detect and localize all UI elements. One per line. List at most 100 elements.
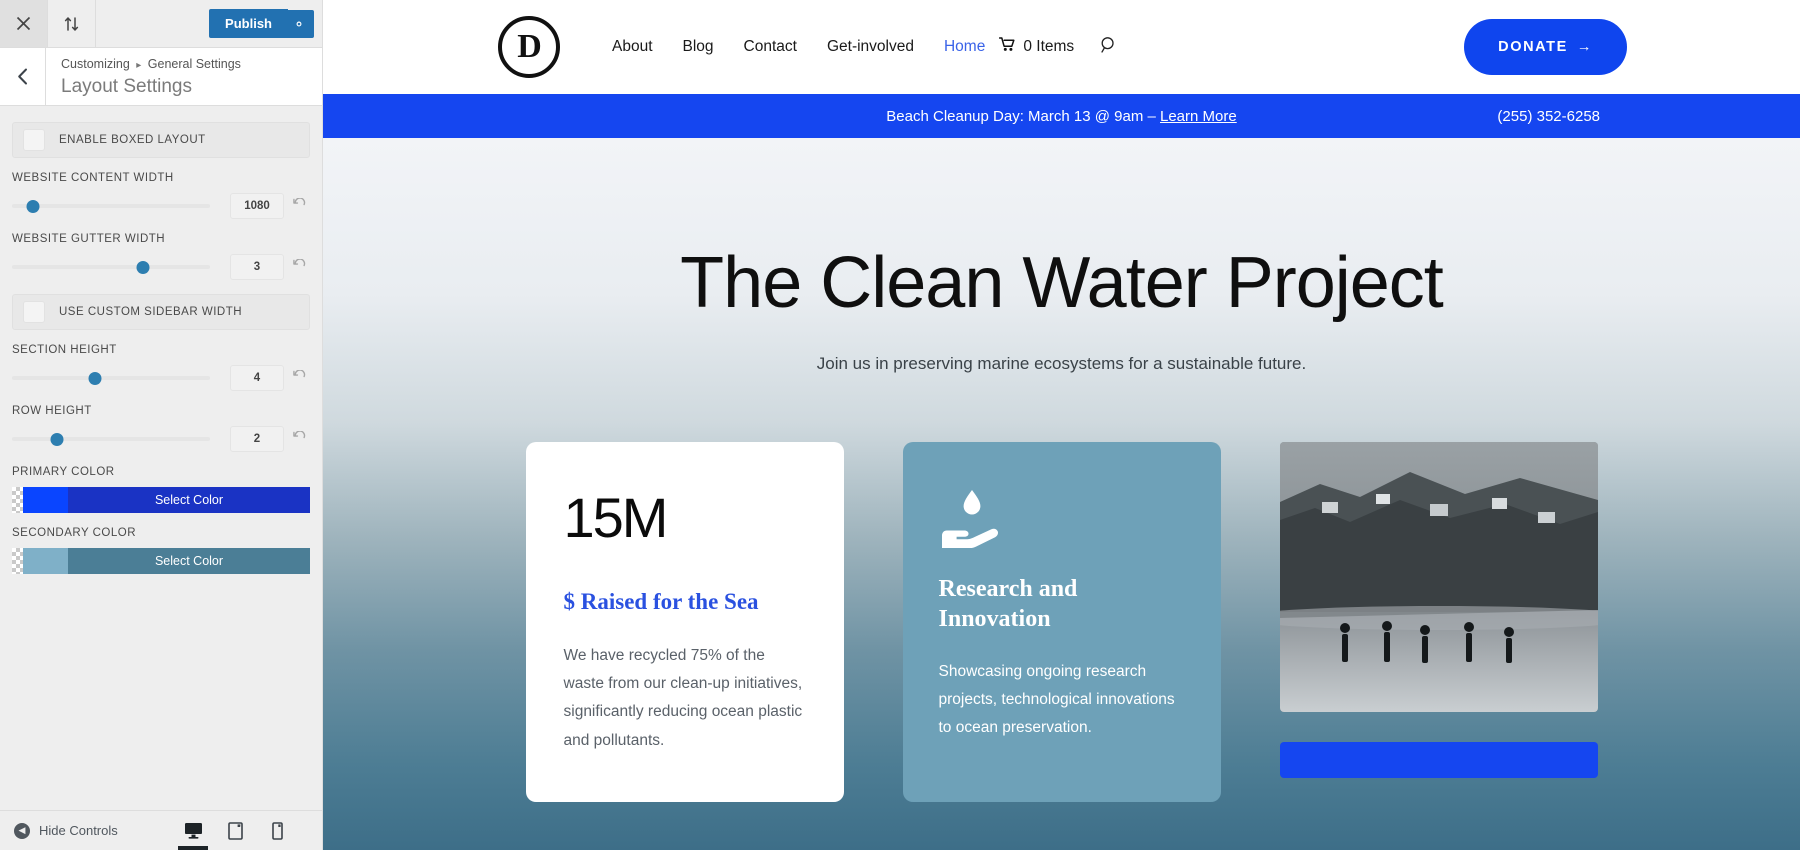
website-content-width-value[interactable]: 1080 [230,193,284,219]
site-header: D About Blog Contact Get-involved Home 0 [323,0,1800,94]
checkbox-icon[interactable] [23,129,45,151]
breadcrumb-root[interactable]: Customizing [61,57,130,71]
arrow-right-icon: → [1576,39,1593,55]
nav-link-blog[interactable]: Blog [683,38,714,56]
website-gutter-width-label: WEBSITE GUTTER WIDTH [12,233,166,245]
stat-label: $ Raised for the Sea [563,588,759,614]
checkbox-icon[interactable] [23,301,45,323]
primary-color-swatch[interactable] [23,487,68,513]
control-website-content-width: WEBSITE CONTENT WIDTH 1080 [12,172,310,219]
slider-handle[interactable] [50,433,64,446]
customizer-sidebar: Publish Customizing ▸ General Settings L… [0,0,323,850]
row-height-value[interactable]: 2 [230,426,284,452]
row-height-slider-row: 2 [12,426,310,452]
control-section-height: SECTION HEIGHT 4 [12,344,310,391]
tablet-icon[interactable] [214,811,256,850]
customizer-controls-list: ENABLE BOXED LAYOUT WEBSITE CONTENT WIDT… [0,106,322,810]
research-card-title: Research and Innovation [938,575,1078,632]
control-website-gutter-width: WEBSITE GUTTER WIDTH 3 [12,233,310,280]
secondary-select-color-button[interactable]: Select Color [68,548,310,574]
slider-track [12,265,210,269]
alpha-checker-icon [12,487,23,513]
customizer-screen: Publish Customizing ▸ General Settings L… [0,0,1800,850]
website-gutter-width-slider[interactable] [12,258,224,276]
reset-icon[interactable] [288,197,310,214]
stat-body-text: We have recycled 75% of the waste from o… [563,646,803,749]
mobile-icon[interactable] [256,811,298,850]
slider-track [12,204,210,208]
use-custom-sidebar-width-label: USE CUSTOM SIDEBAR WIDTH [59,306,243,318]
donate-label: DONATE [1498,39,1568,55]
enable-boxed-layout-label: ENABLE BOXED LAYOUT [59,134,206,146]
section-height-slider[interactable] [12,369,224,387]
row-height-slider[interactable] [12,430,224,448]
section-height-slider-row: 4 [12,365,310,391]
website-gutter-width-slider-row: 3 [12,254,310,280]
nav-link-about[interactable]: About [612,38,653,56]
announcement-learn-more-link[interactable]: Learn More [1160,108,1237,125]
slider-handle[interactable] [136,261,150,274]
photo-card-accent-bar [1279,741,1598,778]
feature-cards: 15M $ Raised for the Sea We have recycle… [323,441,1800,802]
announcement-phone[interactable]: (255) 352-6258 [1497,108,1600,125]
customizer-footer: ◀ Hide Controls [0,810,322,850]
secondary-color-picker[interactable]: Select Color [12,548,310,574]
nav-link-contact[interactable]: Contact [744,38,797,56]
slider-handle[interactable] [88,372,102,385]
primary-color-label: PRIMARY COLOR [12,466,115,478]
water-drop-in-hand-icon [939,486,1005,548]
nav-link-get-involved[interactable]: Get-involved [827,38,914,56]
donate-button[interactable]: DONATE → [1464,19,1627,75]
research-card-text: Showcasing ongoing research projects, te… [938,662,1175,737]
breadcrumb-separator-icon: ▸ [136,60,142,71]
hero-subtitle: Join us in preserving marine ecosystems … [816,353,1307,373]
use-custom-sidebar-width-toggle[interactable]: USE CUSTOM SIDEBAR WIDTH [12,294,310,330]
gear-icon[interactable] [288,9,314,38]
stat-number: 15M [563,485,669,549]
reset-icon[interactable] [288,369,310,386]
secondary-color-swatch[interactable] [23,548,68,574]
primary-select-color-button[interactable]: Select Color [68,487,310,513]
announcement-bar: Beach Cleanup Day: March 13 @ 9am – Lear… [323,94,1800,138]
announcement-content: Beach Cleanup Day: March 13 @ 9am – Lear… [886,108,1236,125]
control-secondary-color: SECONDARY COLOR Select Color [12,527,310,574]
arrow-left-circle-icon: ◀ [14,822,30,839]
control-primary-color: PRIMARY COLOR Select Color [12,466,310,513]
chevron-left-icon[interactable] [0,48,46,105]
search-icon[interactable] [1100,36,1118,59]
sort-arrows-icon[interactable] [48,0,96,47]
cart-link[interactable]: 0 Items [999,37,1074,57]
slider-handle[interactable] [26,200,40,213]
primary-color-picker[interactable]: Select Color [12,487,310,513]
site-logo[interactable]: D [498,16,560,78]
hero-title: The Clean Water Project [680,243,1444,323]
website-gutter-width-value[interactable]: 3 [230,254,284,280]
control-row-height: ROW HEIGHT 2 [12,405,310,452]
hide-controls-button[interactable]: ◀ Hide Controls [0,822,118,839]
website-content-width-slider[interactable] [12,197,224,215]
device-preview-buttons [172,811,322,850]
website-content-width-slider-row: 1080 [12,193,310,219]
card-research: Research and Innovation Showcasing ongoi… [902,441,1221,802]
slider-track [12,437,210,441]
page-title: Layout Settings [61,76,192,97]
customizer-panel-header: Customizing ▸ General Settings Layout Se… [0,48,322,106]
nav-link-home[interactable]: Home [944,38,985,56]
reset-icon[interactable] [288,258,310,275]
breadcrumb-section[interactable]: General Settings [148,57,241,71]
publish-button[interactable]: Publish [209,9,288,38]
control-use-custom-sidebar-width: USE CUSTOM SIDEBAR WIDTH [12,294,310,330]
section-height-value[interactable]: 4 [230,365,284,391]
primary-navigation: About Blog Contact Get-involved Home 0 I… [612,36,1118,59]
card-photo-column [1279,441,1598,802]
cart-items-label: 0 Items [1023,38,1075,55]
desktop-icon[interactable] [172,811,214,850]
close-icon[interactable] [0,0,48,47]
customizer-topbar: Publish [0,0,322,48]
website-content-width-label: WEBSITE CONTENT WIDTH [12,172,174,184]
beach-coastline-photo [1279,441,1598,712]
secondary-color-label: SECONDARY COLOR [12,527,137,539]
reset-icon[interactable] [288,430,310,447]
enable-boxed-layout-toggle[interactable]: ENABLE BOXED LAYOUT [12,122,310,158]
control-enable-boxed-layout: ENABLE BOXED LAYOUT [12,122,310,158]
